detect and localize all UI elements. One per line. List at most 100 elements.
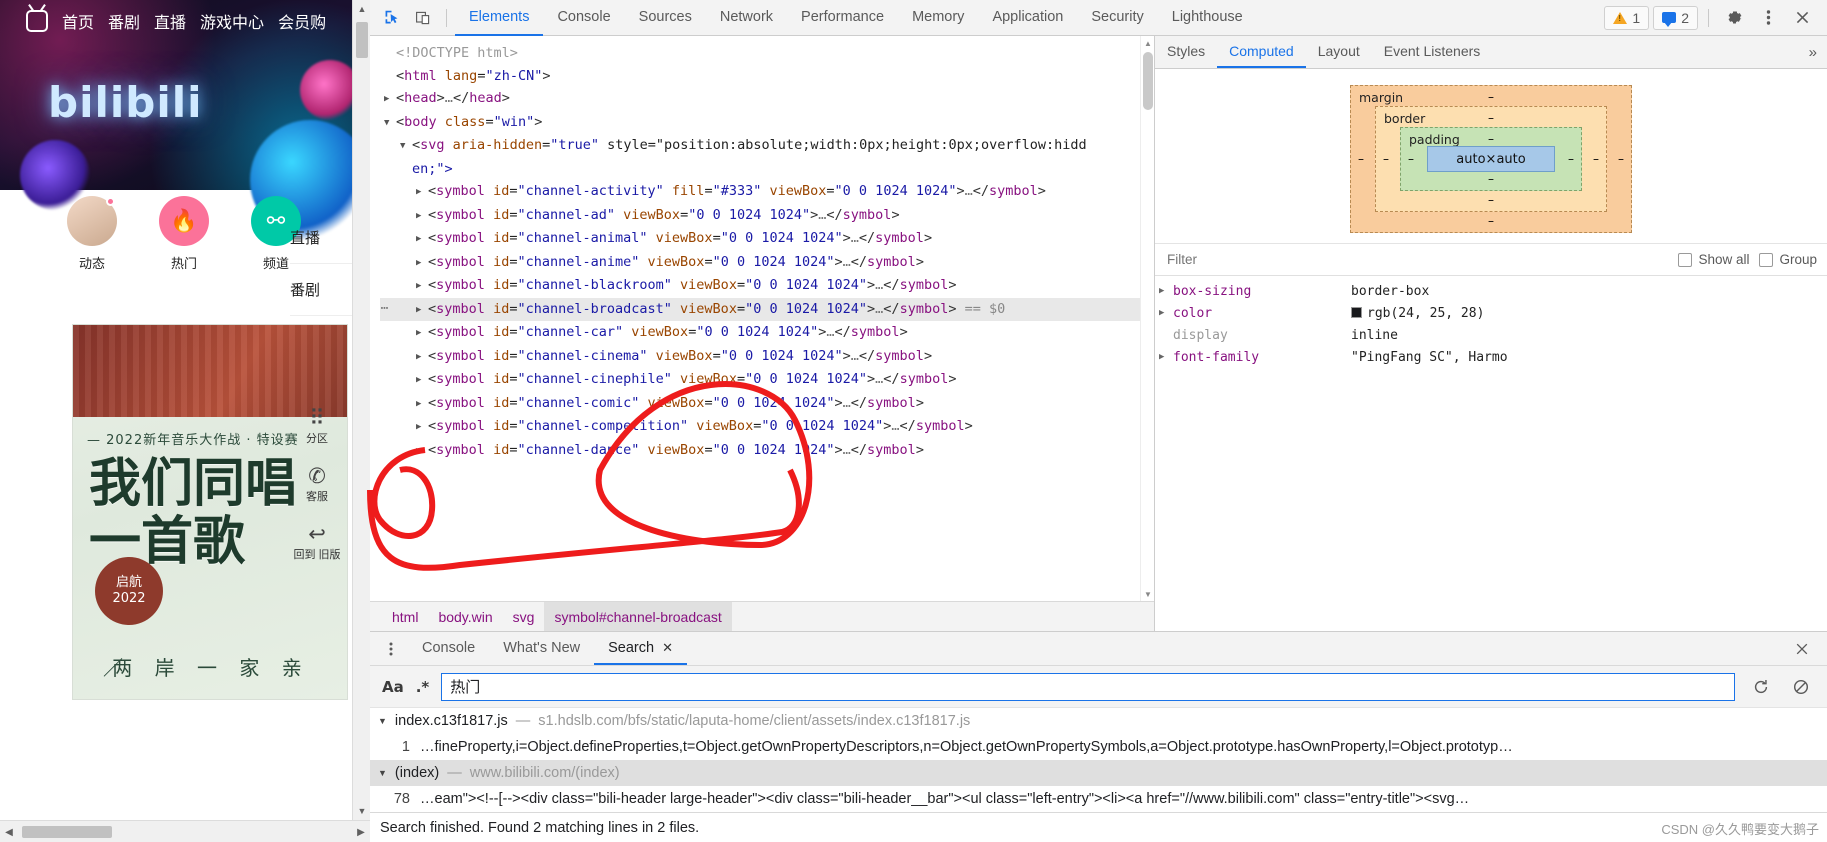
show-all-checkbox-box[interactable] (1678, 252, 1693, 267)
kebab-menu-icon[interactable] (374, 632, 408, 665)
close-icon[interactable] (1787, 4, 1817, 32)
close-icon[interactable] (1787, 635, 1817, 663)
breadcrumb-item-body[interactable]: body.win (428, 602, 502, 632)
dom-node[interactable]: ▼ <body class="win"> (380, 111, 1140, 135)
node-expand-icon[interactable]: ▶ (384, 88, 396, 111)
dom-node[interactable]: ▶ <symbol id="channel-cinephile" viewBox=… (380, 368, 1140, 392)
drawer-tab-whats-new[interactable]: What's New (489, 632, 594, 665)
flame-icon[interactable]: 🔥 (159, 196, 209, 246)
message-count-badge[interactable]: 2 (1653, 5, 1698, 30)
margin-left-value[interactable]: – (1358, 152, 1364, 166)
quick-icon-dynamic[interactable]: 动态 (60, 196, 124, 272)
warning-count-badge[interactable]: 1 (1604, 5, 1650, 30)
node-expand-icon[interactable]: ▶ (416, 275, 428, 298)
padding-top-value[interactable]: – (1401, 132, 1581, 146)
box-model-margin[interactable]: margin – – – – border – – – – padding – … (1350, 85, 1632, 233)
search-input[interactable] (441, 672, 1735, 701)
tab-computed[interactable]: Computed (1217, 36, 1306, 68)
scroll-left-arrow-icon[interactable]: ◀ (0, 821, 18, 842)
computed-style-row[interactable]: ▶ color rgb(24, 25, 28) (1155, 302, 1827, 324)
node-expand-icon[interactable]: ▶ (416, 205, 428, 228)
nav-item-gamecenter[interactable]: 游戏中心 (200, 9, 264, 33)
node-expand-icon[interactable]: ▶ (416, 181, 428, 204)
gear-icon[interactable] (1719, 4, 1749, 32)
drawer-tab-console[interactable]: Console (408, 632, 489, 665)
computed-styles-list[interactable]: ▶ box-sizing border-box ▶ color rgb(24, 25, 2… (1155, 276, 1827, 631)
search-result-file[interactable]: ▼ (index) — www.bilibili.com/(index) (370, 760, 1827, 786)
computed-expand-icon[interactable]: ▶ (1159, 352, 1173, 362)
dom-scroll-thumb[interactable] (1143, 52, 1153, 110)
breadcrumb-item-svg[interactable]: svg (503, 602, 545, 632)
search-result-line[interactable]: 78 …eam"><!--[--><div class="bili-header … (370, 786, 1827, 812)
tab-application[interactable]: Application (978, 0, 1077, 36)
node-expand-icon[interactable]: ▶ (416, 252, 428, 275)
computed-style-row[interactable]: display inline (1155, 324, 1827, 346)
padding-left-value[interactable]: – (1408, 152, 1414, 166)
tab-elements[interactable]: Elements (455, 0, 544, 36)
computed-style-row[interactable]: ▶ font-family "PingFang SC", Harmo (1155, 346, 1827, 368)
dom-node[interactable]: ▶ <symbol id="channel-competition" viewBo… (380, 415, 1140, 439)
dom-node[interactable]: ▶ <symbol id="channel-car" viewBox="0 0 1… (380, 321, 1140, 345)
node-expand-icon[interactable]: ▶ (416, 416, 428, 439)
clear-icon[interactable] (1787, 673, 1815, 701)
dom-tree-scrollbar[interactable]: ▲ ▼ (1140, 36, 1154, 601)
dom-node[interactable]: ▶ <symbol id="channel-ad" viewBox="0 0 10… (380, 204, 1140, 228)
tab-memory[interactable]: Memory (898, 0, 978, 36)
device-toolbar-icon[interactable] (408, 4, 438, 32)
rail-item-oldversion[interactable]: ↩ 回到 旧版 (293, 516, 341, 570)
regex-toggle[interactable]: .* (416, 678, 430, 696)
group-checkbox-box[interactable] (1759, 252, 1774, 267)
dom-node[interactable]: <html lang="zh-CN"> (380, 65, 1140, 88)
dom-node[interactable]: ▶ <symbol id="channel-comic" viewBox="0 0… (380, 392, 1140, 416)
drawer-tab-search[interactable]: Search ✕ (594, 632, 687, 665)
filter-input[interactable] (1165, 251, 1669, 268)
computed-style-row[interactable]: ▶ box-sizing border-box (1155, 280, 1827, 302)
nav-item-bangumi[interactable]: 番剧 (108, 9, 140, 33)
border-bottom-value[interactable]: – (1376, 193, 1606, 207)
dom-node[interactable]: ▶ <symbol id="channel-blackroom" viewBox=… (380, 274, 1140, 298)
margin-bottom-value[interactable]: – (1351, 214, 1631, 228)
dom-node[interactable]: en;"> (380, 158, 1140, 181)
padding-bottom-value[interactable]: – (1401, 172, 1581, 186)
inspect-element-icon[interactable] (376, 4, 406, 32)
page-horizontal-scrollbar[interactable]: ◀ ▶ (0, 820, 370, 842)
dom-scroll-down-icon[interactable]: ▼ (1141, 587, 1155, 601)
tab-lighthouse[interactable]: Lighthouse (1158, 0, 1257, 36)
close-tab-icon[interactable]: ✕ (662, 640, 673, 656)
tab-event-listeners[interactable]: Event Listeners (1372, 36, 1493, 68)
scroll-down-arrow-icon[interactable]: ▼ (353, 802, 370, 820)
node-expand-icon[interactable]: ▶ (416, 440, 428, 463)
result-expand-icon[interactable]: ▼ (378, 716, 387, 726)
group-checkbox[interactable]: Group (1759, 252, 1817, 267)
border-right-value[interactable]: – (1593, 152, 1599, 166)
node-menu-icon[interactable]: ⋯ (376, 298, 394, 321)
dom-node[interactable]: ▼ <svg aria-hidden="true" style="position… (380, 134, 1140, 158)
padding-right-value[interactable]: – (1568, 152, 1574, 166)
tab-network[interactable]: Network (706, 0, 787, 36)
node-expand-icon[interactable]: ▶ (416, 393, 428, 416)
margin-right-value[interactable]: – (1618, 152, 1624, 166)
search-result-file[interactable]: ▼ index.c13f1817.js — s1.hdslb.com/bfs/stat… (370, 708, 1827, 734)
box-model-padding[interactable]: padding – – – – auto×auto (1400, 127, 1582, 191)
nav-item-live[interactable]: 直播 (154, 9, 186, 33)
dom-node[interactable]: ▶ <symbol id="channel-anime" viewBox="0 0… (380, 251, 1140, 275)
result-expand-icon[interactable]: ▼ (378, 768, 387, 778)
border-left-value[interactable]: – (1383, 152, 1389, 166)
bilibili-logo-icon[interactable] (26, 10, 48, 32)
page-hscroll-thumb[interactable] (22, 826, 112, 838)
search-results[interactable]: ▼ index.c13f1817.js — s1.hdslb.com/bfs/stat… (370, 708, 1827, 812)
breadcrumb-item-symbol[interactable]: symbol#channel-broadcast (544, 601, 732, 632)
tab-styles[interactable]: Styles (1155, 36, 1217, 68)
dom-tree[interactable]: <!DOCTYPE html> <html lang="zh-CN"> ▶ <head… (370, 36, 1140, 601)
search-result-line[interactable]: 1 …fineProperty,i=Object.defineProperties… (370, 734, 1827, 760)
dom-node[interactable]: ▶ <symbol id="channel-cinema" viewBox="0 … (380, 345, 1140, 369)
show-all-checkbox[interactable]: Show all (1678, 252, 1749, 267)
margin-top-value[interactable]: – (1351, 90, 1631, 104)
tab-performance[interactable]: Performance (787, 0, 898, 36)
page-vertical-scrollbar[interactable]: ▲ ▼ (352, 0, 370, 820)
chevron-double-right-icon[interactable]: » (1799, 36, 1827, 68)
avatar-icon[interactable] (67, 196, 117, 246)
rail-item-partition[interactable]: ⠿ 分区 (293, 400, 341, 454)
box-model-border[interactable]: border – – – – padding – – – – auto×auto (1375, 106, 1607, 212)
nav-item-home[interactable]: 首页 (62, 9, 94, 33)
